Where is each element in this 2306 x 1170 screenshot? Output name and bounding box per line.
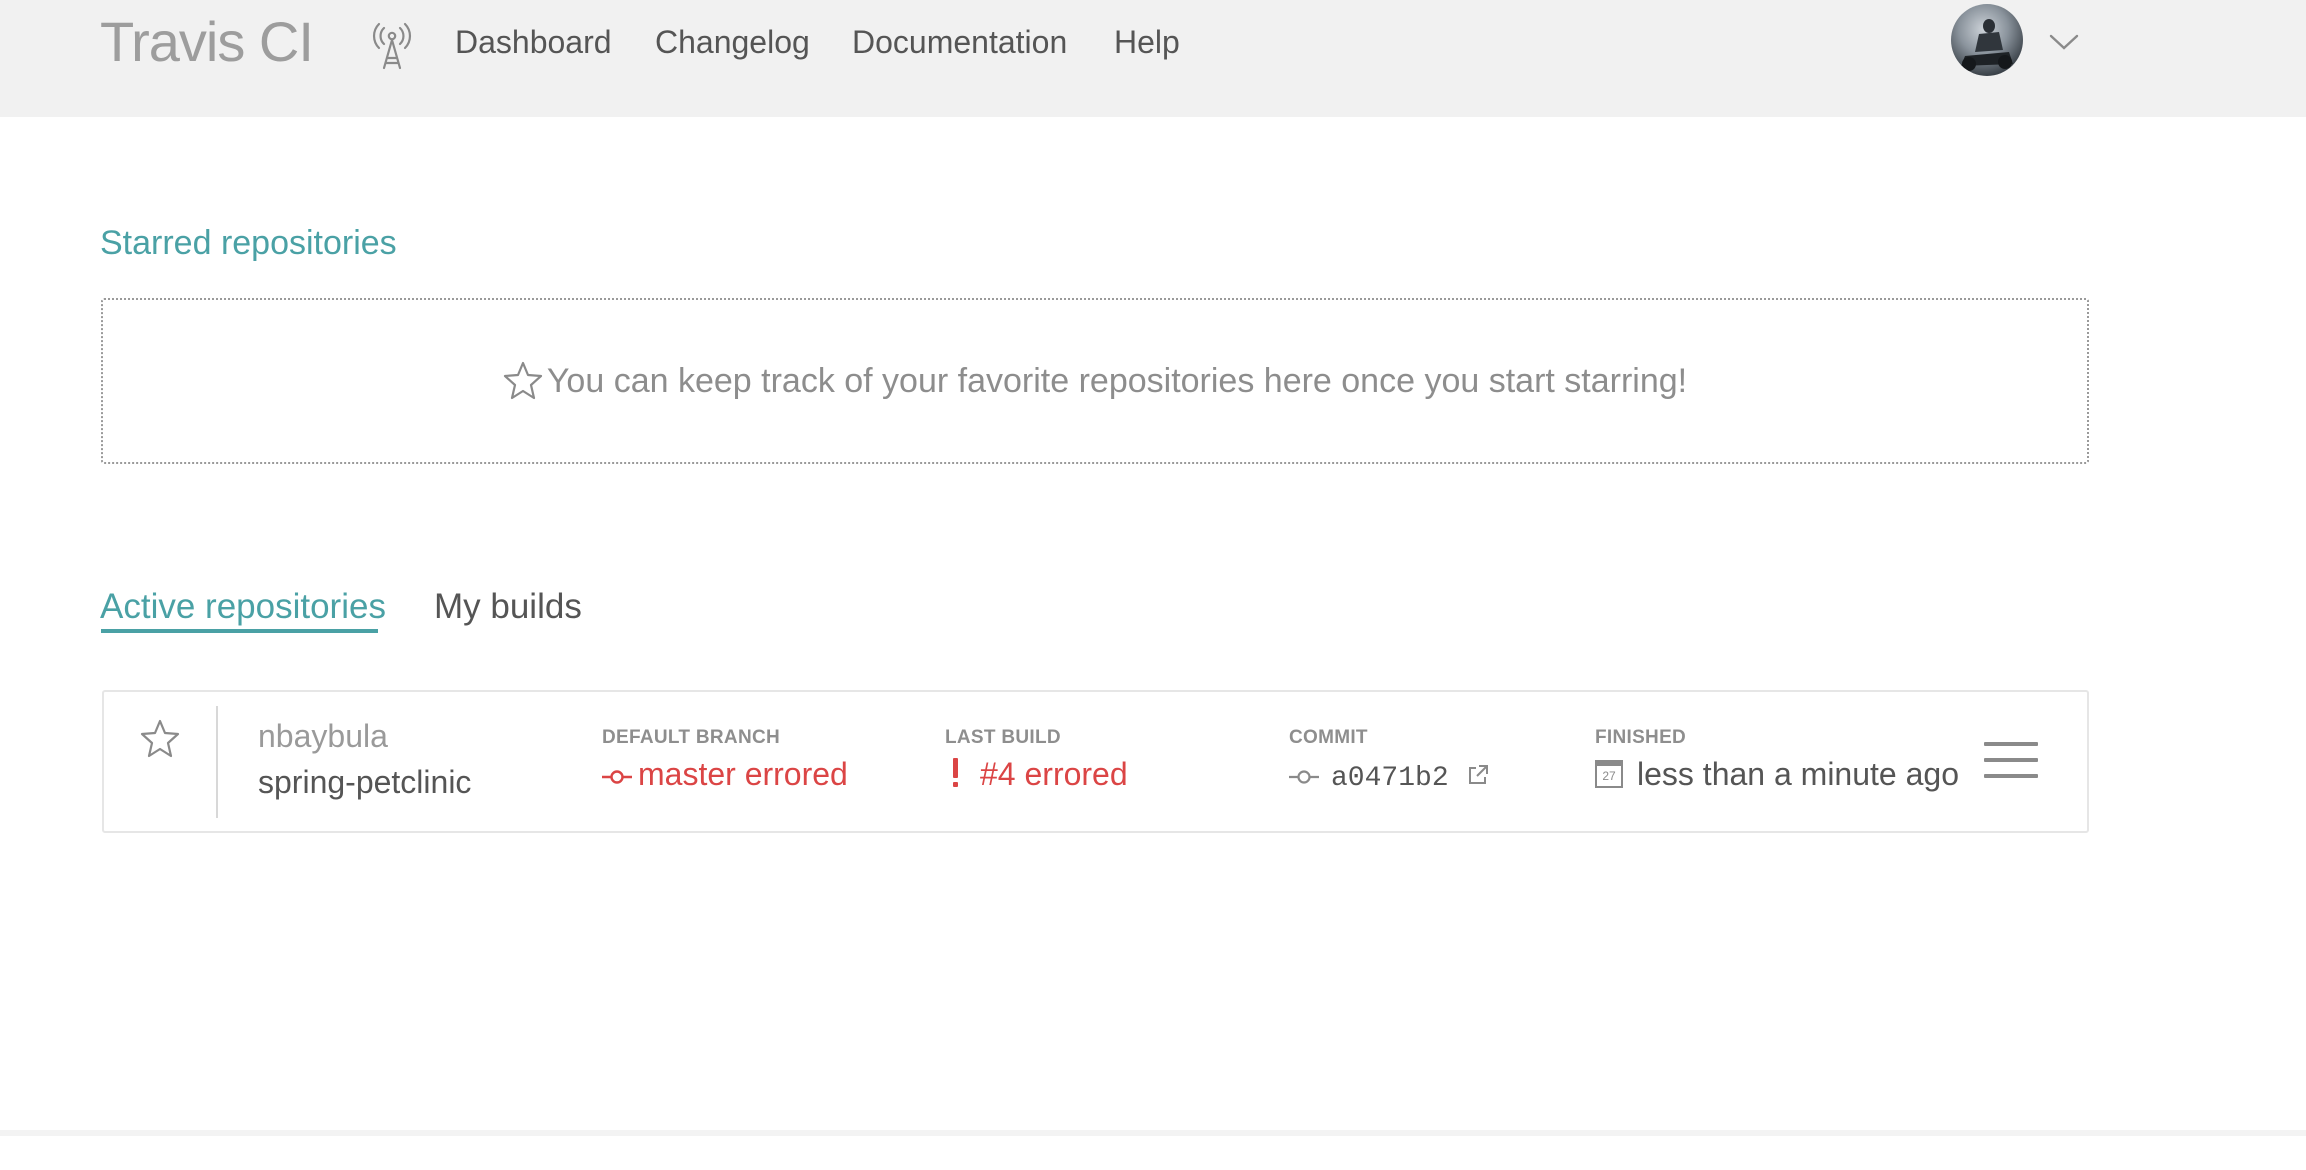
tab-my-builds[interactable]: My builds	[434, 582, 582, 632]
footer-divider	[0, 1130, 2306, 1136]
starred-repositories-title: Starred repositories	[100, 224, 397, 262]
nav-help[interactable]: Help	[1114, 20, 1180, 64]
repo-menu-button[interactable]	[1984, 742, 2038, 780]
finished-time: less than a minute ago	[1637, 756, 1959, 792]
broadcast-icon[interactable]	[372, 18, 412, 70]
repo-name[interactable]: spring-petclinic	[258, 762, 471, 802]
commit-icon	[1289, 770, 1319, 784]
active-tab-indicator	[101, 629, 378, 633]
starred-empty-message: You can keep track of your favorite repo…	[546, 362, 1688, 400]
commit-label: COMMIT	[1289, 727, 1368, 748]
starred-repositories-empty-box: You can keep track of your favorite repo…	[101, 298, 2089, 464]
star-outline-icon	[503, 361, 542, 400]
nav-changelog[interactable]: Changelog	[655, 20, 810, 64]
last-build-status[interactable]: #4 errored	[980, 756, 1128, 792]
commit-sha[interactable]: a0471b2	[1331, 763, 1449, 794]
calendar-icon: 27	[1595, 760, 1623, 788]
travis-ci-logo[interactable]: Travis CI	[100, 6, 314, 78]
repo-owner[interactable]: nbaybula	[258, 716, 388, 756]
repository-card: nbaybula spring-petclinic DEFAULT BRANCH…	[102, 690, 2089, 833]
finished-label: FINISHED	[1595, 727, 1687, 748]
user-avatar[interactable]	[1951, 4, 2023, 76]
star-icon[interactable]	[140, 718, 180, 758]
tab-active-repositories[interactable]: Active repositories	[100, 582, 386, 632]
exclamation-icon	[953, 758, 958, 787]
chevron-down-icon[interactable]	[2049, 32, 2079, 52]
nav-dashboard[interactable]: Dashboard	[455, 20, 612, 64]
default-branch-status[interactable]: master errored	[638, 756, 848, 792]
default-branch-label: DEFAULT BRANCH	[602, 727, 781, 748]
top-navigation-bar: Travis CI Dashboard Changelog Documentat…	[0, 0, 2306, 117]
card-divider	[216, 706, 218, 818]
nav-documentation[interactable]: Documentation	[852, 20, 1067, 64]
last-build-label: LAST BUILD	[945, 727, 1061, 748]
external-link-icon[interactable]	[1467, 764, 1489, 786]
branch-commit-icon	[602, 770, 632, 784]
